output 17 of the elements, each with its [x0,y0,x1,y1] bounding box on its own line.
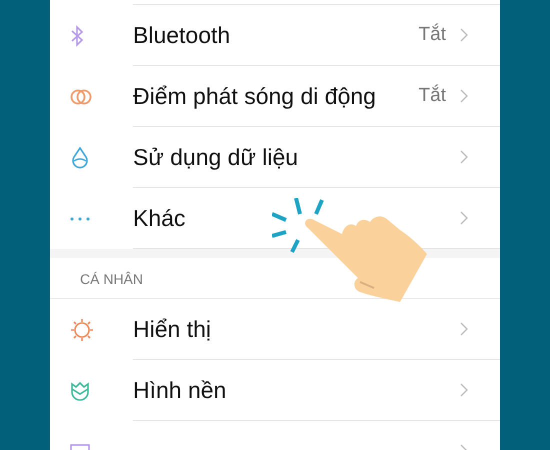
settings-item[interactable]: Điểm phát sóng di động Tắt [50,66,500,127]
settings-item[interactable]: Hình nền [50,360,500,421]
chevron-right-icon [460,89,468,103]
chevron-right-icon [460,383,468,397]
more-dots-icon [70,216,90,220]
chevron-right-icon [460,211,468,225]
chevron-right-icon [460,28,468,42]
chevron-right-icon [460,150,468,164]
tulip-icon [70,380,90,400]
bluetooth-icon [70,24,84,46]
chevron-right-icon [460,322,468,336]
settings-item[interactable]: Sử dụng dữ liệu [50,127,500,188]
sun-icon [70,318,94,342]
settings-item[interactable]: Hiển thị [50,299,500,360]
water-drop-icon [70,146,90,168]
settings-item[interactable]: Bluetooth Tắt [50,5,500,66]
linked-rings-icon [70,88,92,104]
